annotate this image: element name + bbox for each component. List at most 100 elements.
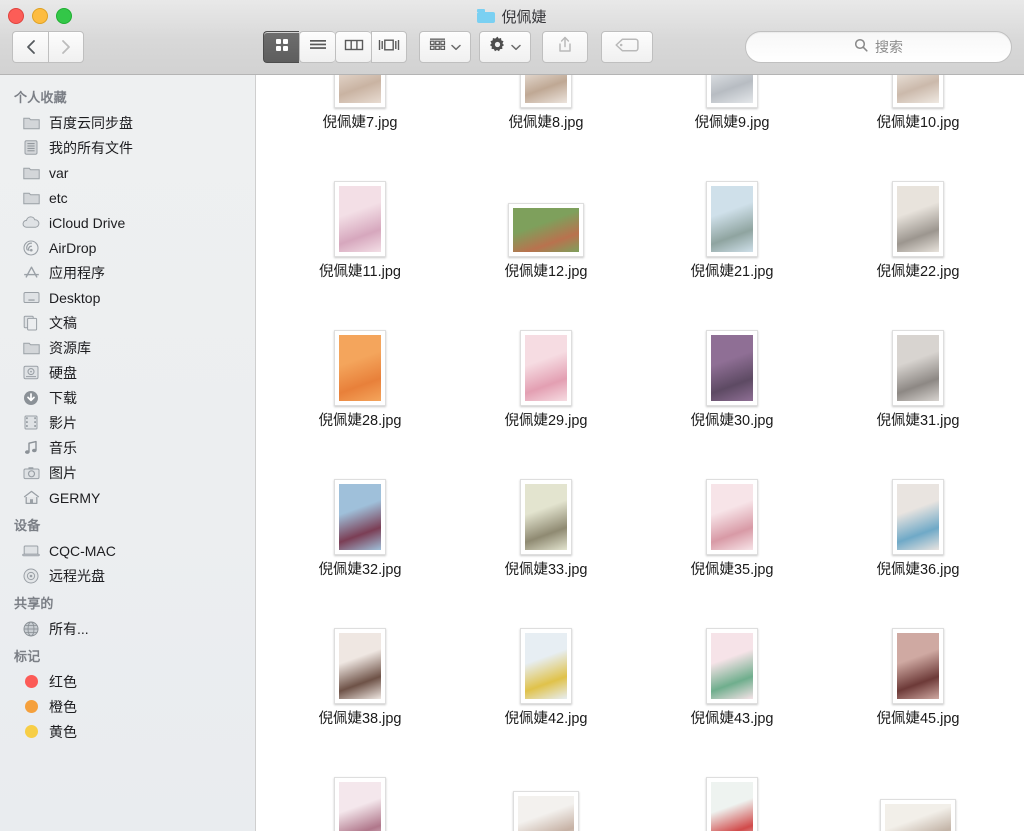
file-thumbnail[interactable] [706,153,758,257]
file-item[interactable]: 倪佩婕8.jpg [453,75,639,140]
file-thumbnail[interactable] [334,153,386,257]
sidebar-item-music[interactable]: 音乐 [0,435,255,460]
disc-icon [22,568,40,584]
list-view-button[interactable] [299,31,335,63]
search-field[interactable]: 搜索 [745,31,1012,63]
file-item[interactable]: 倪佩婕33.jpg [453,438,639,587]
arrange-by-button[interactable] [419,31,471,63]
forward-button[interactable] [48,31,84,63]
file-thumbnail[interactable] [508,153,584,257]
file-item[interactable]: 倪佩婕32.jpg [267,438,453,587]
sidebar-section-favorites-title: 个人收藏 [14,90,67,105]
file-item[interactable]: 倪佩婕22.jpg [825,140,1011,289]
column-view-button[interactable] [335,31,371,63]
file-thumbnail[interactable] [520,75,572,108]
sidebar-tag-red[interactable]: 红色 [0,669,255,694]
file-thumbnail[interactable] [706,749,758,831]
sidebar[interactable]: 个人收藏 百度云同步盘 我的所有文件 var etc iCloud Drive … [0,75,256,831]
sidebar-item-label: GERMY [49,489,101,506]
file-item[interactable]: 倪佩婕42.jpg [453,587,639,736]
file-thumbnail[interactable] [513,749,579,831]
file-thumbnail[interactable] [520,302,572,406]
file-item[interactable]: 倪佩婕43.jpg [639,587,825,736]
thumbnail-image [518,796,574,831]
sidebar-item-baidu-sync[interactable]: 百度云同步盘 [0,110,255,135]
file-name-label: 倪佩婕31.jpg [876,413,960,429]
file-grid-area[interactable]: 倪佩婕7.jpg 倪佩婕8.jpg 倪佩婕9.jpg 倪佩婕10.jpg 倪佩婕11.j… [257,75,1024,831]
sidebar-item-cqc-mac[interactable]: CQC-MAC [0,538,255,563]
file-item[interactable]: 倪佩婕21.jpg [639,140,825,289]
coverflow-view-button[interactable] [371,31,407,63]
file-grid: 倪佩婕7.jpg 倪佩婕8.jpg 倪佩婕9.jpg 倪佩婕10.jpg 倪佩婕11.j… [257,75,1024,831]
thumbnail-frame [334,181,386,257]
file-name-label: 倪佩婕8.jpg [508,115,584,131]
tag-button[interactable] [601,31,653,63]
file-thumbnail[interactable] [706,451,758,555]
sidebar-item-etc[interactable]: etc [0,185,255,210]
file-item[interactable]: 倪佩婕35.jpg [639,438,825,587]
sidebar-section-devices-title: 设备 [14,518,41,533]
file-item[interactable]: 倪佩婕31.jpg [825,289,1011,438]
sidebar-item-desktop[interactable]: Desktop [0,285,255,310]
folder-icon [22,115,40,131]
file-item[interactable]: 倪佩婕9.jpg [639,75,825,140]
file-item[interactable]: 倪佩婕38.jpg [267,587,453,736]
file-thumbnail[interactable] [334,749,386,831]
all-files-icon [22,140,40,156]
share-button[interactable] [542,31,588,63]
file-thumbnail[interactable] [334,451,386,555]
file-thumbnail[interactable] [706,75,758,108]
thumbnail-frame [706,330,758,406]
file-item[interactable]: 倪佩婕36.jpg [825,438,1011,587]
file-item[interactable]: 倪佩婕30.jpg [639,289,825,438]
file-item[interactable]: 倪佩婕12.jpg [453,140,639,289]
sidebar-item-airdrop[interactable]: AirDrop [0,235,255,260]
sidebar-item-library[interactable]: 资源库 [0,335,255,360]
back-button[interactable] [12,31,48,63]
file-item[interactable]: 倪佩婕11.jpg [267,140,453,289]
sidebar-item-pictures[interactable]: 图片 [0,460,255,485]
file-thumbnail[interactable] [520,600,572,704]
file-item[interactable]: 倪佩婕7.jpg [267,75,453,140]
file-item[interactable]: 倪佩婕48.jpg [639,736,825,831]
file-thumbnail[interactable] [892,153,944,257]
file-thumbnail[interactable] [880,749,956,831]
file-thumbnail[interactable] [334,600,386,704]
file-thumbnail[interactable] [334,75,386,108]
sidebar-item-all-shared[interactable]: 所有... [0,616,255,641]
sidebar-item-var[interactable]: var [0,160,255,185]
sidebar-item-label: 硬盘 [49,364,77,381]
sidebar-item-downloads[interactable]: 下载 [0,385,255,410]
file-name-label: 倪佩婕43.jpg [690,711,774,727]
file-item[interactable]: 倪佩婕47.jpg [453,736,639,831]
file-item[interactable]: 倪佩婕10.jpg [825,75,1011,140]
sidebar-item-label: 音乐 [49,439,77,456]
sidebar-item-label: 应用程序 [49,264,105,281]
sidebar-item-icloud-drive[interactable]: iCloud Drive [0,210,255,235]
sidebar-tag-orange[interactable]: 橙色 [0,694,255,719]
file-thumbnail[interactable] [892,600,944,704]
file-item[interactable]: 倪佩婕28.jpg [267,289,453,438]
icon-view-button[interactable] [263,31,299,63]
file-thumbnail[interactable] [892,451,944,555]
sidebar-item-applications[interactable]: 应用程序 [0,260,255,285]
sidebar-item-harddisk[interactable]: 硬盘 [0,360,255,385]
file-name-label: 倪佩婕7.jpg [322,115,398,131]
sidebar-item-all-my-files[interactable]: 我的所有文件 [0,135,255,160]
file-item[interactable]: 倪佩婕29.jpg [453,289,639,438]
file-thumbnail[interactable] [706,600,758,704]
sidebar-item-remote-disc[interactable]: 远程光盘 [0,563,255,588]
file-item[interactable]: 倪佩婕49.jpg [825,736,1011,831]
file-item[interactable]: 倪佩婕45.jpg [825,587,1011,736]
sidebar-item-germy-home[interactable]: GERMY [0,485,255,510]
action-menu-button[interactable] [479,31,531,63]
file-thumbnail[interactable] [892,302,944,406]
file-item[interactable]: 倪佩婕46.jpg [267,736,453,831]
sidebar-tag-yellow[interactable]: 黄色 [0,719,255,744]
file-thumbnail[interactable] [706,302,758,406]
sidebar-item-movies[interactable]: 影片 [0,410,255,435]
file-thumbnail[interactable] [520,451,572,555]
file-thumbnail[interactable] [334,302,386,406]
file-thumbnail[interactable] [892,75,944,108]
sidebar-item-documents[interactable]: 文稿 [0,310,255,335]
